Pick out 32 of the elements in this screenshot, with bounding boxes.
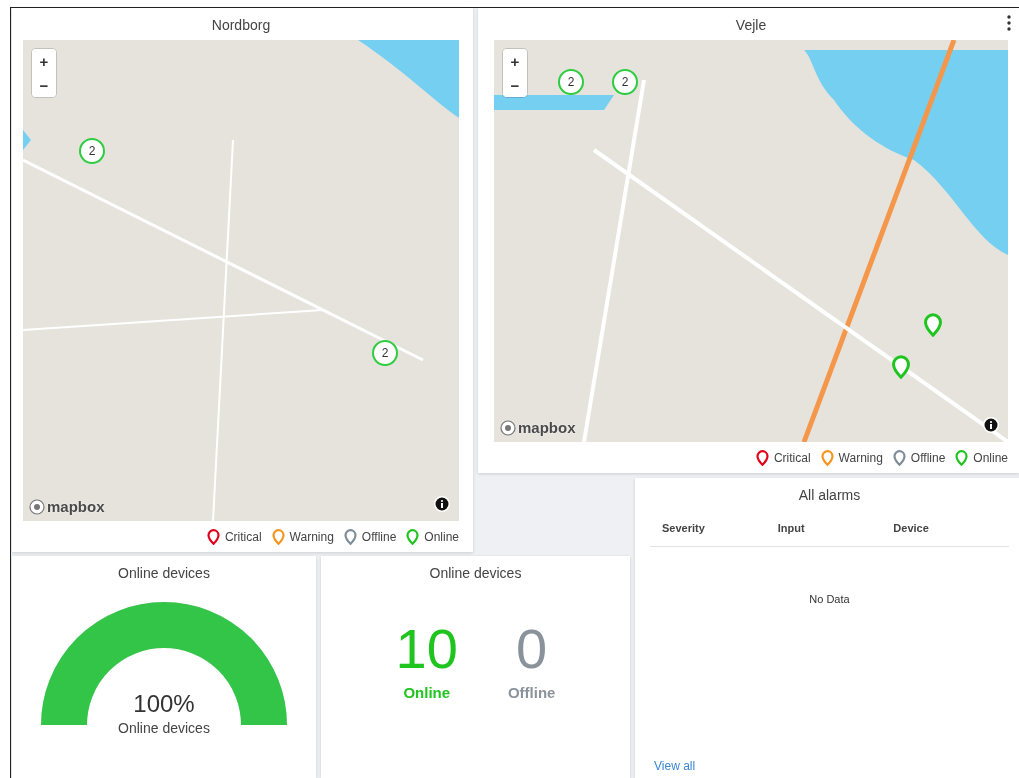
legend-label: Online [424, 530, 459, 544]
card-title: Nordborg [210, 16, 272, 35]
legend-label: Critical [773, 451, 811, 465]
legend-label: Offline [910, 451, 946, 465]
legend-label: Offline [361, 530, 397, 544]
map-pin-icon[interactable] [923, 313, 943, 337]
attribution-logo[interactable]: mapbox [518, 419, 576, 436]
map-pin-icon[interactable] [891, 355, 911, 379]
view-all-link[interactable]: View all [650, 759, 696, 778]
count-label: Offline [507, 683, 556, 701]
count-value: 0 [516, 618, 548, 680]
gauge-caption: Online devices [118, 720, 210, 736]
card-title: Online devices [429, 564, 522, 583]
info-icon[interactable] [983, 417, 999, 433]
attribution-logo[interactable]: mapbox [47, 498, 105, 515]
legend-label: Warning [289, 530, 334, 544]
gauge-value: 100% [133, 690, 195, 718]
legend-label: Online [973, 451, 1008, 465]
logo-icon [29, 498, 45, 515]
logo-icon [500, 419, 516, 436]
info-icon[interactable] [434, 496, 450, 512]
count-value: 10 [395, 618, 458, 680]
legend-label: Critical [224, 530, 262, 544]
legend-label: Warning [838, 451, 883, 465]
empty-message: No Data [809, 593, 850, 605]
card-title: Online devices [118, 564, 210, 583]
card-title: Vejle [734, 16, 768, 35]
card-title: All alarms [797, 486, 862, 505]
column-header: Severity [662, 522, 706, 534]
column-header: Input [777, 522, 806, 534]
count-label: Online [403, 683, 451, 701]
column-header: Device [893, 522, 930, 534]
